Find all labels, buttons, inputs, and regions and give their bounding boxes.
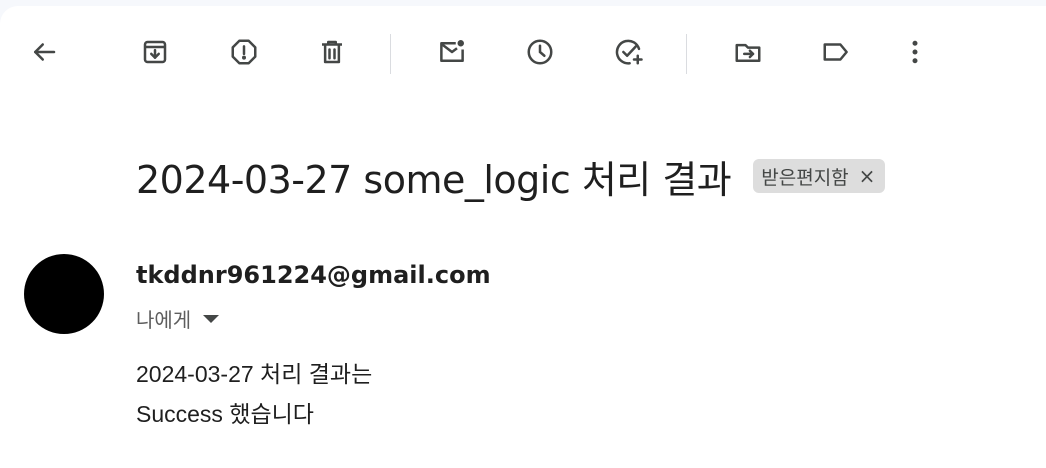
clock-icon	[527, 39, 553, 65]
label-icon	[823, 43, 848, 61]
labels-button[interactable]	[812, 28, 860, 76]
toolbar-divider	[686, 34, 687, 74]
snooze-button[interactable]	[516, 28, 564, 76]
remove-label-icon[interactable]: ×	[859, 166, 876, 186]
trash-icon	[322, 40, 342, 64]
inbox-label-chip[interactable]: 받은편지함 ×	[753, 159, 886, 193]
report-spam-icon	[231, 39, 257, 65]
body-line: Success 했습니다	[136, 401, 314, 427]
show-details-chevron-icon[interactable]	[203, 314, 220, 323]
toolbar-divider	[390, 34, 391, 74]
mark-unread-icon	[440, 40, 464, 62]
avatar[interactable]	[24, 254, 104, 334]
email-body: 2024-03-27 처리 결과는 Success 했습니다	[136, 354, 372, 434]
email-view: 2024-03-27 some_logic 처리 결과 받은편지함 × tkdd…	[0, 6, 1046, 468]
arrow-left-icon	[34, 43, 56, 61]
more-button[interactable]	[891, 28, 939, 76]
subject-row: 2024-03-27 some_logic 처리 결과 받은편지함 ×	[136, 146, 886, 206]
label-chip-text: 받은편지함	[761, 166, 849, 189]
back-button[interactable]	[20, 28, 68, 76]
body-line: 2024-03-27 처리 결과는	[136, 361, 373, 387]
report-spam-button[interactable]	[220, 28, 268, 76]
archive-icon	[143, 40, 167, 64]
more-vert-icon	[912, 40, 918, 64]
sender-email[interactable]: tkddnr961224@gmail.com	[136, 261, 491, 289]
archive-button[interactable]	[131, 28, 179, 76]
email-toolbar	[0, 6, 1046, 102]
move-to-folder-icon	[735, 43, 761, 62]
email-subject: 2024-03-27 some_logic 처리 결과	[136, 157, 732, 202]
add-to-tasks-button[interactable]	[605, 28, 653, 76]
delete-button[interactable]	[308, 28, 356, 76]
mark-unread-button[interactable]	[428, 28, 476, 76]
recipient-row: 나에게	[136, 304, 220, 333]
add-task-icon	[615, 39, 643, 65]
move-to-button[interactable]	[724, 28, 772, 76]
recipient-label: 나에게	[136, 308, 192, 332]
